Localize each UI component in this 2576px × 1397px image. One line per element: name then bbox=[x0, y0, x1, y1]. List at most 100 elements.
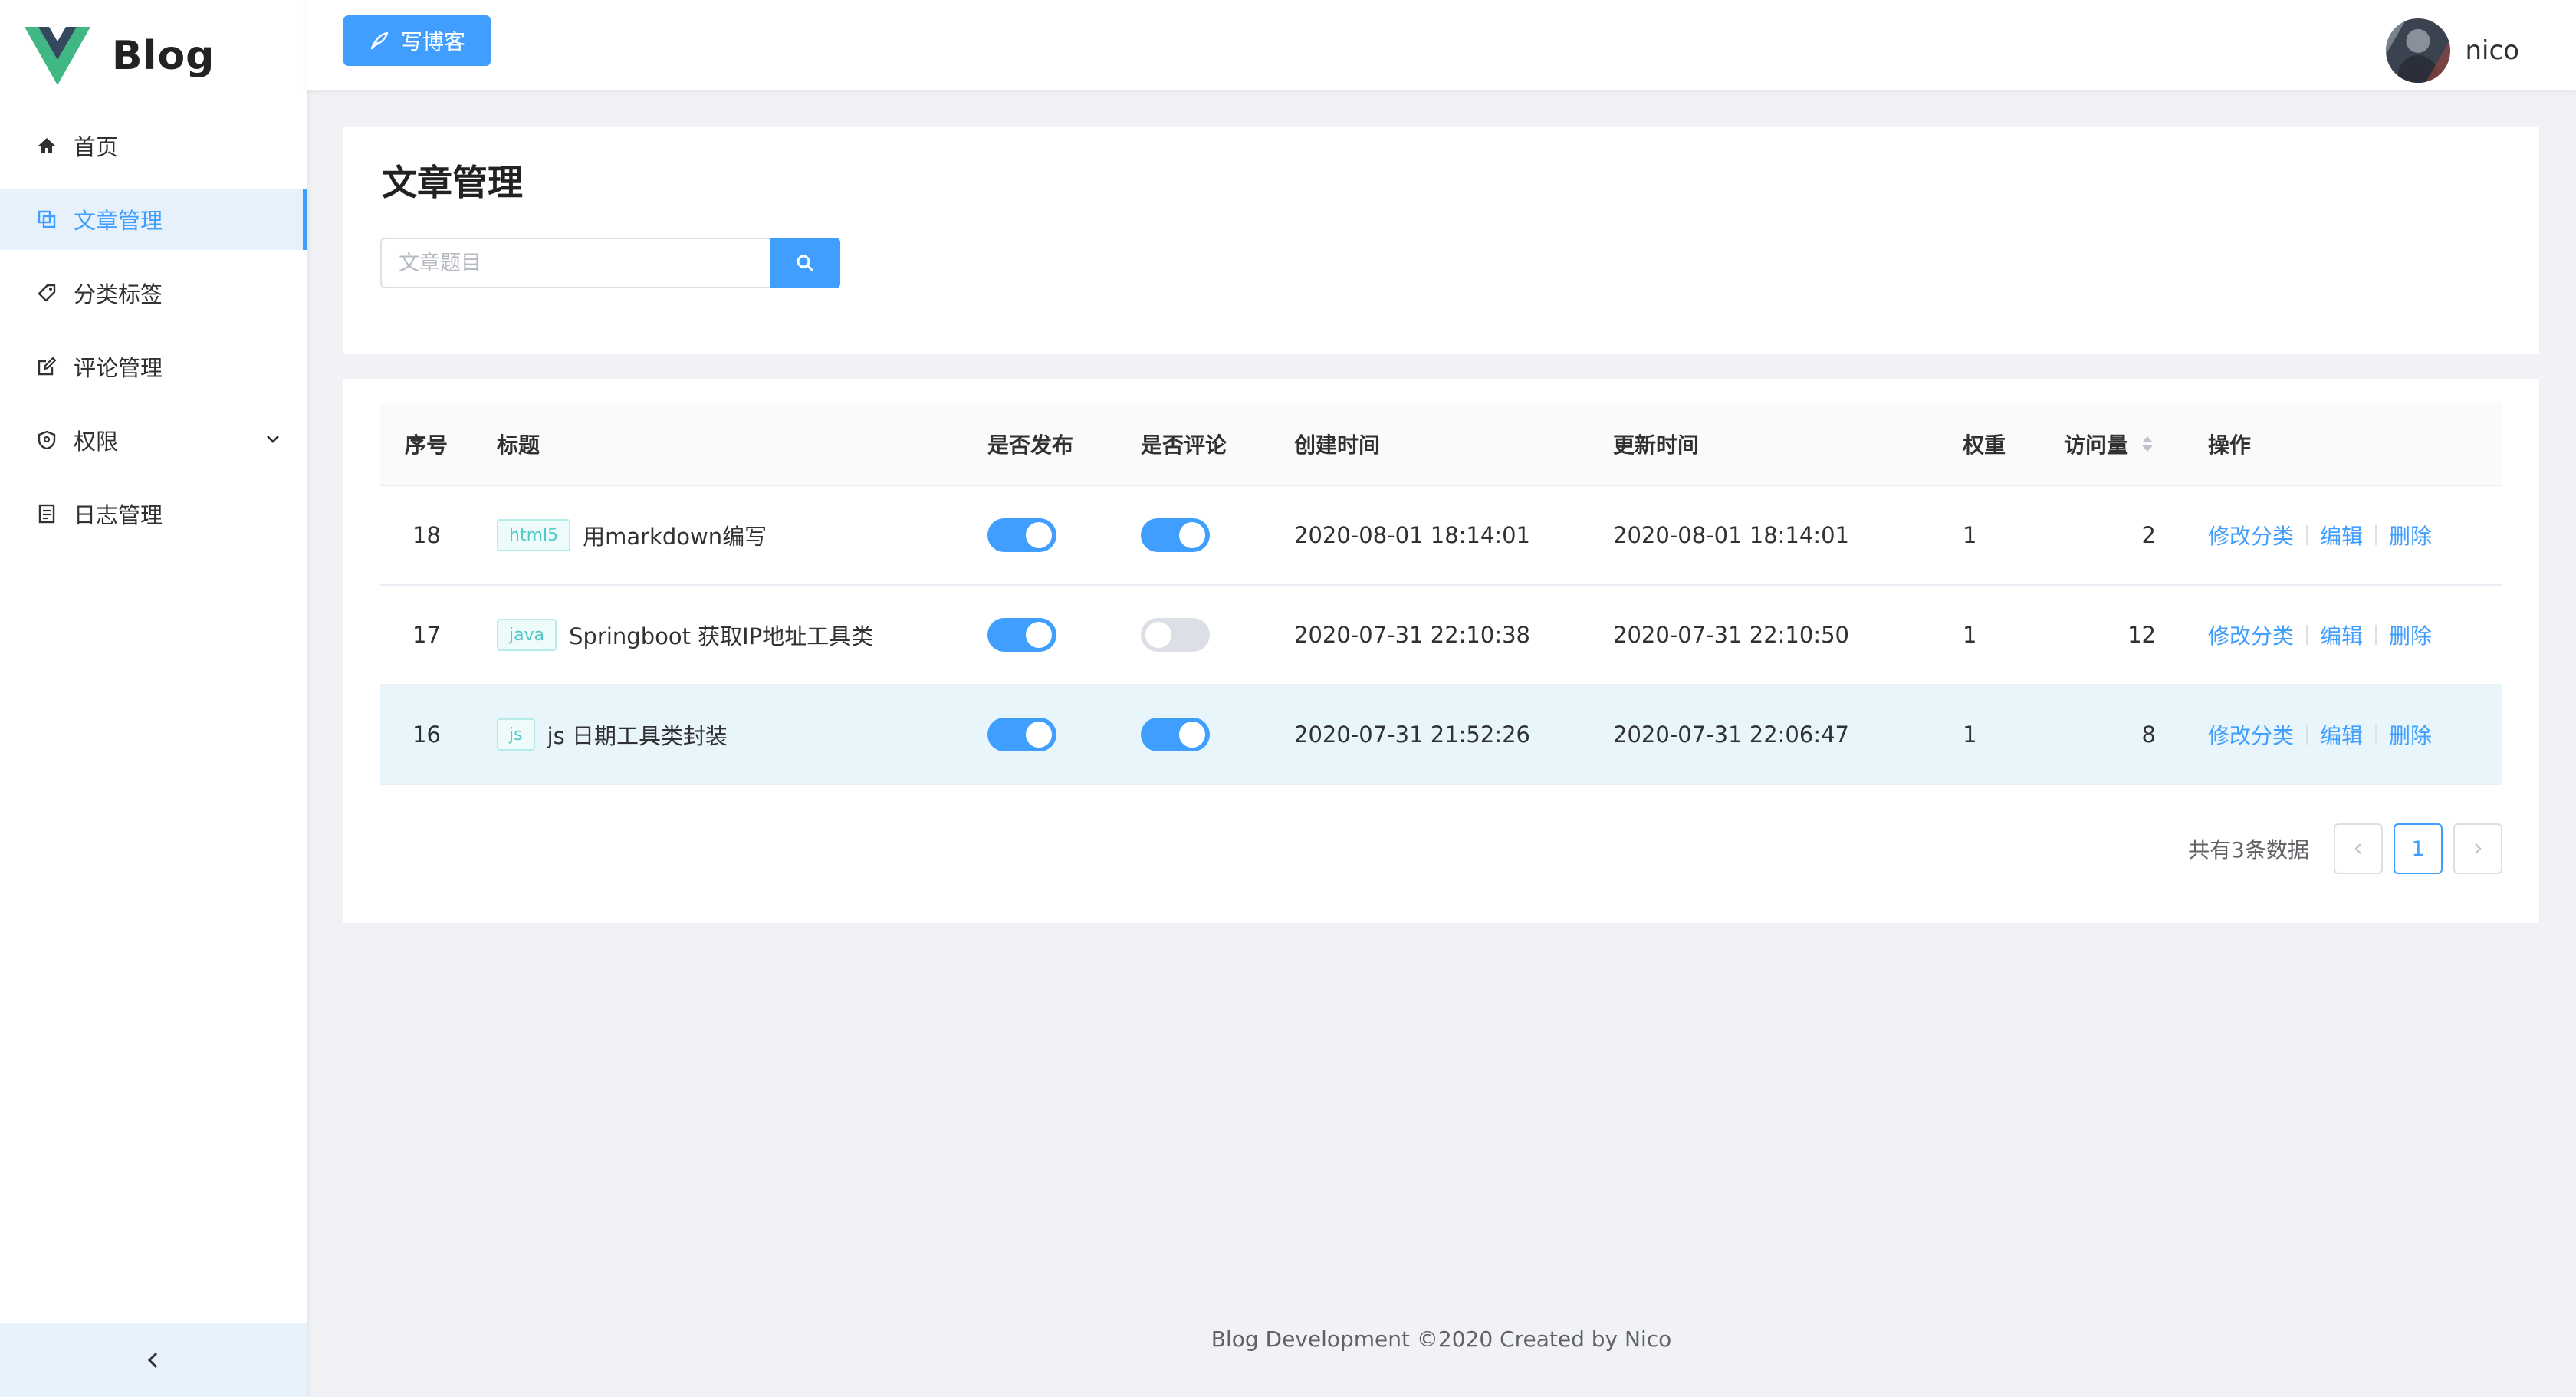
table-header: 序号 标题 是否发布 是否评论 创建时间 更新时间 权重 访问量 操作 bbox=[380, 403, 2502, 486]
page-number-button[interactable]: 1 bbox=[2394, 823, 2443, 874]
published-switch[interactable] bbox=[987, 618, 1056, 652]
category-tag: js bbox=[497, 718, 535, 751]
divider bbox=[2306, 625, 2308, 645]
delete-button[interactable]: 删除 bbox=[2389, 520, 2432, 551]
chevron-down-icon bbox=[267, 436, 279, 443]
sidebar-item-tags[interactable]: 分类标签 bbox=[0, 262, 307, 324]
row-created: 2020-08-01 18:14:01 bbox=[1294, 522, 1530, 548]
divider bbox=[2306, 525, 2308, 545]
row-actions: 修改分类 编辑 删除 bbox=[2208, 685, 2432, 784]
comment-switch[interactable] bbox=[1141, 518, 1210, 552]
sidebar: Blog 首页 文章管理 分类标签 评论管理 权限 日志管理 bbox=[0, 0, 307, 1397]
edit-icon bbox=[35, 355, 58, 378]
row-updated: 2020-07-31 22:06:47 bbox=[1613, 722, 1849, 748]
sidebar-item-label: 文章管理 bbox=[74, 208, 163, 234]
row-index: 18 bbox=[412, 522, 441, 548]
pagination-total: 共有3条数据 bbox=[2188, 837, 2309, 863]
sidebar-item-label: 日志管理 bbox=[74, 502, 163, 528]
published-switch[interactable] bbox=[987, 718, 1056, 751]
write-blog-button[interactable]: 写博客 bbox=[343, 15, 491, 66]
row-updated: 2020-08-01 18:14:01 bbox=[1613, 522, 1849, 548]
row-weight: 1 bbox=[1963, 622, 1977, 648]
published-cell bbox=[987, 586, 1056, 684]
home-icon bbox=[35, 134, 58, 157]
row-actions: 修改分类 编辑 删除 bbox=[2208, 586, 2432, 684]
sidebar-item-logs[interactable]: 日志管理 bbox=[0, 483, 307, 544]
header-index: 序号 bbox=[405, 432, 449, 458]
header-views[interactable]: 访问量 bbox=[2064, 403, 2154, 485]
chevron-left-icon bbox=[2354, 843, 2361, 854]
row-title: 用markdown编写 bbox=[583, 524, 767, 550]
sort-icon[interactable] bbox=[2142, 436, 2154, 452]
header-actions: 操作 bbox=[2208, 432, 2252, 458]
brand-logo[interactable]: Blog bbox=[0, 0, 307, 112]
row-title-cell: html5 用markdown编写 bbox=[497, 486, 767, 584]
row-views: 12 bbox=[2128, 622, 2156, 648]
write-blog-label: 写博客 bbox=[400, 29, 465, 54]
row-weight: 1 bbox=[1963, 722, 1977, 748]
row-title-cell: java Springboot 获取IP地址工具类 bbox=[497, 586, 873, 684]
sidebar-item-home[interactable]: 首页 bbox=[0, 115, 307, 176]
sidebar-item-articles[interactable]: 文章管理 bbox=[0, 189, 307, 250]
comment-cell bbox=[1141, 486, 1210, 584]
header-published: 是否发布 bbox=[987, 432, 1074, 458]
table-row: 17 java Springboot 获取IP地址工具类 2020-07-31 … bbox=[380, 586, 2502, 685]
sidebar-collapse-button[interactable] bbox=[0, 1323, 307, 1397]
top-header: 写博客 nico bbox=[307, 0, 2576, 90]
chevron-left-icon bbox=[147, 1352, 158, 1369]
vue-logo-icon bbox=[25, 27, 90, 85]
user-menu[interactable]: nico bbox=[2385, 18, 2520, 83]
row-title-cell: js js 日期工具类封装 bbox=[497, 685, 728, 784]
category-tag: java bbox=[497, 619, 557, 651]
published-switch[interactable] bbox=[987, 518, 1056, 552]
edit-button[interactable]: 编辑 bbox=[2320, 620, 2363, 650]
comment-switch[interactable] bbox=[1141, 718, 1210, 751]
published-cell bbox=[987, 486, 1056, 584]
chevron-right-icon bbox=[2475, 843, 2482, 854]
row-index: 16 bbox=[412, 722, 441, 748]
search-button[interactable] bbox=[770, 238, 840, 288]
avatar[interactable] bbox=[2385, 18, 2450, 83]
pagination: 共有3条数据 1 bbox=[2188, 823, 2502, 874]
sidebar-item-label: 首页 bbox=[74, 134, 119, 160]
page-title: 文章管理 bbox=[382, 162, 523, 203]
header-created: 创建时间 bbox=[1294, 432, 1381, 458]
change-category-button[interactable]: 修改分类 bbox=[2208, 520, 2294, 551]
sidebar-item-permissions[interactable]: 权限 bbox=[0, 409, 307, 471]
delete-button[interactable]: 删除 bbox=[2389, 719, 2432, 750]
comment-cell bbox=[1141, 685, 1210, 784]
row-created: 2020-07-31 21:52:26 bbox=[1294, 722, 1530, 748]
row-views: 2 bbox=[2141, 522, 2156, 548]
row-updated: 2020-07-31 22:10:50 bbox=[1613, 622, 1849, 648]
sidebar-item-comments[interactable]: 评论管理 bbox=[0, 336, 307, 397]
edit-button[interactable]: 编辑 bbox=[2320, 520, 2363, 551]
row-views: 8 bbox=[2141, 722, 2156, 748]
divider bbox=[2375, 625, 2377, 645]
search-input[interactable] bbox=[380, 238, 771, 288]
published-cell bbox=[987, 685, 1056, 784]
table-row: 16 js js 日期工具类封装 2020-07-31 21:52:26 202… bbox=[380, 685, 2502, 785]
log-icon bbox=[35, 502, 58, 525]
shield-icon bbox=[35, 429, 58, 452]
article-table: 序号 标题 是否发布 是否评论 创建时间 更新时间 权重 访问量 操作 18 h… bbox=[380, 403, 2502, 785]
username: nico bbox=[2465, 35, 2520, 66]
prev-page-button[interactable] bbox=[2334, 823, 2383, 874]
header-views-label: 访问量 bbox=[2064, 432, 2129, 458]
edit-button[interactable]: 编辑 bbox=[2320, 719, 2363, 750]
comment-switch[interactable] bbox=[1141, 618, 1210, 652]
header-weight: 权重 bbox=[1963, 432, 2006, 458]
article-icon bbox=[35, 208, 58, 231]
row-title: js 日期工具类封装 bbox=[547, 723, 728, 749]
delete-button[interactable]: 删除 bbox=[2389, 620, 2432, 650]
row-title: Springboot 获取IP地址工具类 bbox=[569, 623, 874, 649]
brand-name: Blog bbox=[112, 33, 215, 79]
pen-icon bbox=[370, 31, 389, 50]
sidebar-item-label: 分类标签 bbox=[74, 281, 163, 307]
change-category-button[interactable]: 修改分类 bbox=[2208, 620, 2294, 650]
table-row: 18 html5 用markdown编写 2020-08-01 18:14:01… bbox=[380, 486, 2502, 586]
row-actions: 修改分类 编辑 删除 bbox=[2208, 486, 2432, 584]
divider bbox=[2375, 525, 2377, 545]
next-page-button[interactable] bbox=[2453, 823, 2502, 874]
search-icon bbox=[797, 255, 814, 272]
change-category-button[interactable]: 修改分类 bbox=[2208, 719, 2294, 750]
